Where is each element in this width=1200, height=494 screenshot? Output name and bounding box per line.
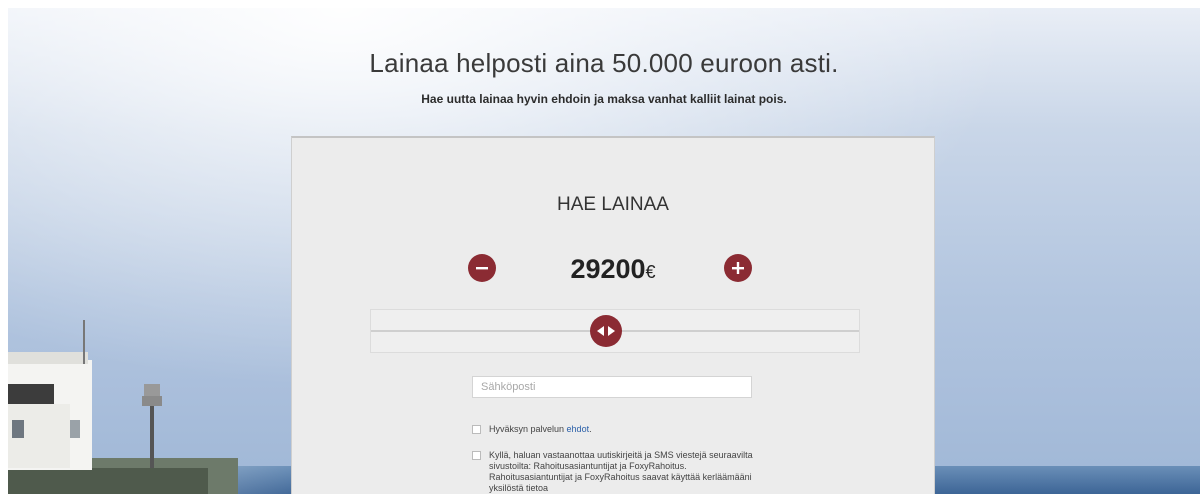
terms-link[interactable]: ehdot — [567, 424, 590, 434]
loan-amount-value: 29200 — [570, 254, 646, 284]
card-title: HAE LAINAA — [557, 194, 669, 215]
page-headline: Lainaa helposti aina 50.000 euroon asti. — [369, 48, 839, 78]
page-subheadline: Hae uutta lainaa hyvin ehdoin ja maksa v… — [421, 92, 787, 106]
arrows-left-right-icon — [597, 326, 615, 336]
decrease-amount-button[interactable] — [468, 254, 496, 282]
plus-icon — [732, 262, 744, 274]
terms-label: Hyväksyn palvelun ehdot. — [489, 424, 759, 435]
hero-background: Lainaa helposti aina 50.000 euroon asti.… — [8, 8, 1200, 494]
terms-label-text: Hyväksyn palvelun — [489, 424, 567, 434]
increase-amount-button[interactable] — [724, 254, 752, 282]
minus-icon — [476, 267, 488, 270]
currency-symbol: € — [645, 262, 656, 282]
slider-handle[interactable] — [590, 315, 622, 347]
amount-slider[interactable] — [370, 309, 860, 353]
loan-amount: 29200€ — [532, 254, 694, 285]
terms-checkbox[interactable] — [472, 425, 481, 434]
lighthouse-illustration — [8, 320, 238, 494]
terms-label-end: . — [589, 424, 592, 434]
loan-application-card: HAE LAINAA 29200€ Sähköposti Hyväksyn pa… — [291, 136, 935, 494]
marketing-label: Kyllä, haluan vastaanottaa uutiskirjeitä… — [489, 450, 753, 493]
marketing-checkbox[interactable] — [472, 451, 481, 460]
email-input[interactable] — [472, 376, 752, 398]
